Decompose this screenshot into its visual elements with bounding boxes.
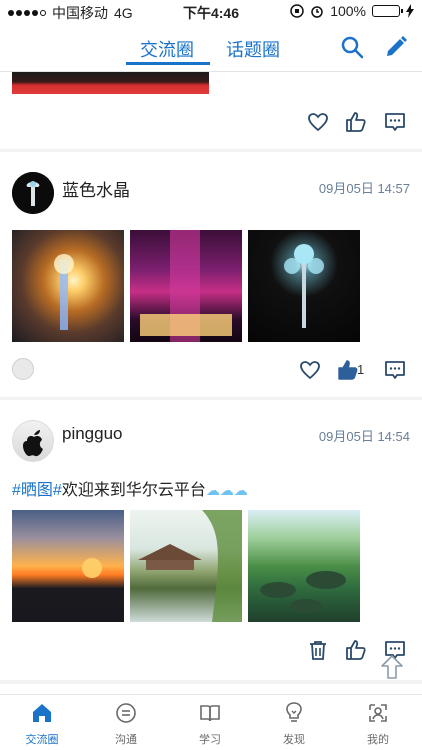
battery-percent: 100% [330,3,366,19]
edit-icon[interactable] [384,35,408,59]
active-tab-underline [126,62,210,65]
profile-icon [366,701,390,725]
heart-icon[interactable] [298,358,322,382]
post-photo[interactable] [130,230,242,342]
post-photo-grid [12,510,360,622]
post-username[interactable]: pingguo [62,424,123,444]
thumbs-up-icon[interactable] [344,110,368,134]
cloud-emoji-icon: ☁☁☁ [205,482,248,498]
heart-icon[interactable] [306,110,330,134]
post-text: #晒图#欢迎来到华尔云平台☁☁☁ [12,476,248,500]
top-nav: 交流圈 话题圈 [0,22,422,72]
charging-icon [406,4,414,18]
liker-avatar[interactable] [12,358,34,380]
like-count: 1 [357,362,365,377]
post-body: 欢迎来到华尔云平台 [61,482,206,499]
alarm-icon [310,4,324,18]
post-username[interactable]: 蓝色水晶 [62,176,130,201]
comment-icon[interactable] [383,358,407,382]
post-photo[interactable] [248,510,360,622]
comment-icon[interactable] [383,110,407,134]
bottom-tab-bar: 交流圈 沟通 学习 发现 我的 [0,694,422,750]
chat-icon [114,701,138,725]
post-photo[interactable] [12,510,124,622]
post-hashtag[interactable]: #晒图# [12,482,62,499]
tab-study[interactable]: 学习 [168,701,252,747]
status-bar: 中国移动 4G 下午4:46 100% [0,0,422,22]
post-photo[interactable] [248,230,360,342]
post-timestamp: 09月05日 14:57 [318,181,410,196]
avatar[interactable] [12,420,54,462]
trash-icon[interactable] [306,638,330,662]
tab-chat[interactable]: 沟通 [84,701,168,747]
tab-exchange-circle[interactable]: 交流圈 [140,36,194,62]
post-photo-grid [12,230,360,342]
post-card: 蓝色水晶 09月05日 14:57 1 [0,152,422,397]
tab-profile[interactable]: 我的 [336,701,420,747]
status-right: 100% [290,3,414,19]
tab-topic-circle[interactable]: 话题圈 [226,36,280,62]
home-icon [30,701,54,725]
post-photo[interactable] [12,230,124,342]
battery-icon [372,5,403,17]
avatar[interactable] [12,172,54,214]
tab-label: 发现 [283,734,305,746]
post-image-partial[interactable] [12,72,209,94]
orientation-lock-icon [290,4,304,18]
post-card: pingguo 09月05日 14:54 #晒图#欢迎来到华尔云平台☁☁☁ [0,400,422,680]
scroll-to-top-icon[interactable] [380,654,404,680]
search-icon[interactable] [340,35,364,59]
tab-label: 学习 [199,734,221,746]
tab-label: 我的 [367,734,389,746]
thumbs-up-icon[interactable] [344,638,368,662]
tab-label: 交流圈 [25,734,59,746]
post-photo[interactable] [130,510,242,622]
tab-discover[interactable]: 发现 [252,701,336,747]
post-card-partial [0,72,422,149]
bulb-icon [282,701,306,725]
tab-home[interactable]: 交流圈 [0,701,84,747]
post-card-partial [0,684,422,694]
post-timestamp: 09月05日 14:54 [318,429,410,444]
tab-label: 沟通 [115,734,137,746]
book-icon [198,701,222,725]
